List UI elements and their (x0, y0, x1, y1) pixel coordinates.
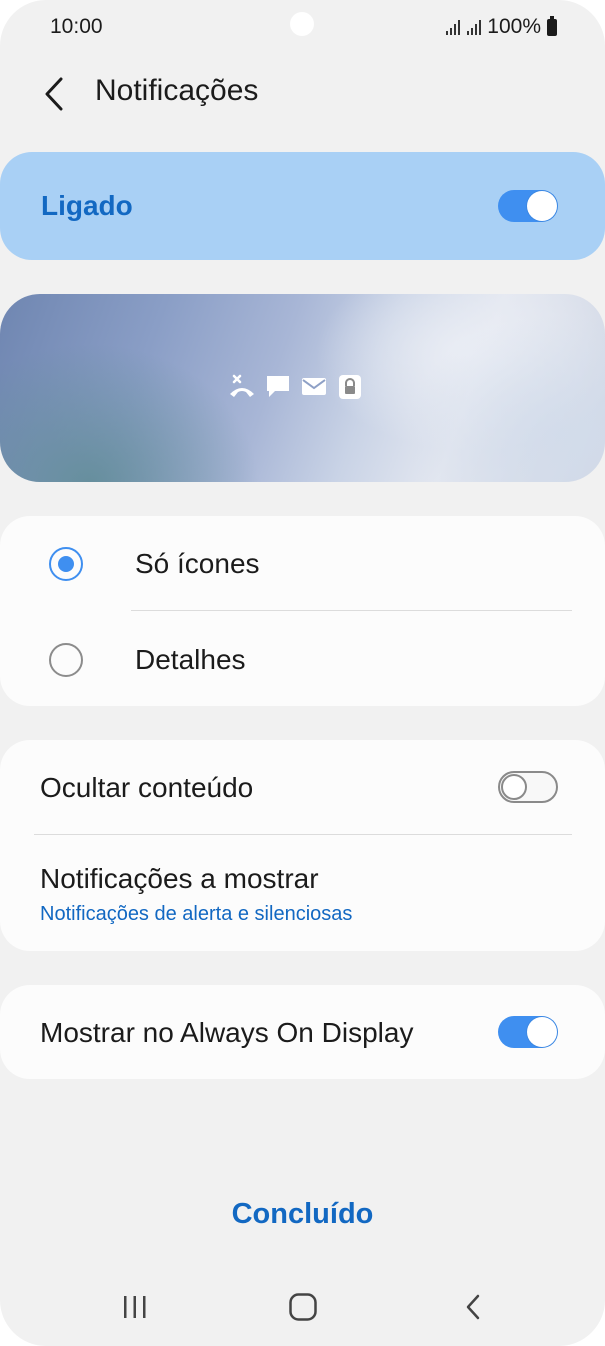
aod-label[interactable]: Mostrar no Always On Display (40, 1017, 413, 1049)
battery-percent: 100% (487, 15, 541, 38)
master-toggle[interactable] (498, 190, 558, 222)
lock-icon (336, 372, 364, 400)
notification-settings-card: Ocultar conteúdo Notificações a mostrar … (0, 740, 605, 951)
notifications-to-show-value: Notificações de alerta e silenciosas (40, 903, 353, 925)
home-button[interactable] (273, 1285, 333, 1329)
divider (131, 610, 572, 611)
back-icon (466, 1294, 480, 1320)
master-switch-card[interactable]: Ligado (0, 152, 605, 260)
hide-content-toggle[interactable] (498, 771, 558, 803)
phone-screen: 10:00 100% Notificações Ligado Só ícones… (0, 0, 605, 1346)
missed-call-icon (228, 372, 256, 400)
master-switch-label: Ligado (41, 190, 133, 221)
status-indicators: 100% (446, 15, 557, 39)
battery-icon (547, 15, 557, 36)
preview-icons (228, 372, 364, 400)
aod-toggle[interactable] (498, 1016, 558, 1048)
option-details-label[interactable]: Detalhes (135, 644, 246, 676)
chevron-left-icon (45, 77, 63, 111)
notification-style-card: Só ícones Detalhes (0, 516, 605, 706)
recent-apps-button[interactable] (105, 1285, 165, 1329)
option-icons-only-label[interactable]: Só ícones (135, 548, 260, 580)
notifications-to-show-label[interactable]: Notificações a mostrar (40, 863, 319, 895)
nav-back-button[interactable] (443, 1285, 503, 1329)
status-time: 10:00 (50, 15, 103, 38)
done-button[interactable]: Concluído (0, 1198, 605, 1231)
hide-content-label[interactable]: Ocultar conteúdo (40, 772, 253, 804)
signal-icon (446, 19, 482, 35)
message-icon (264, 372, 292, 400)
recent-apps-icon (124, 1296, 146, 1318)
back-button[interactable] (34, 72, 74, 116)
camera-cutout (290, 12, 314, 36)
radio-details[interactable] (49, 643, 83, 677)
divider (34, 834, 572, 835)
radio-icons-only[interactable] (49, 547, 83, 581)
page-title: Notificações (95, 74, 259, 107)
aod-card: Mostrar no Always On Display (0, 985, 605, 1079)
mail-icon (300, 372, 328, 400)
home-icon (289, 1293, 317, 1321)
